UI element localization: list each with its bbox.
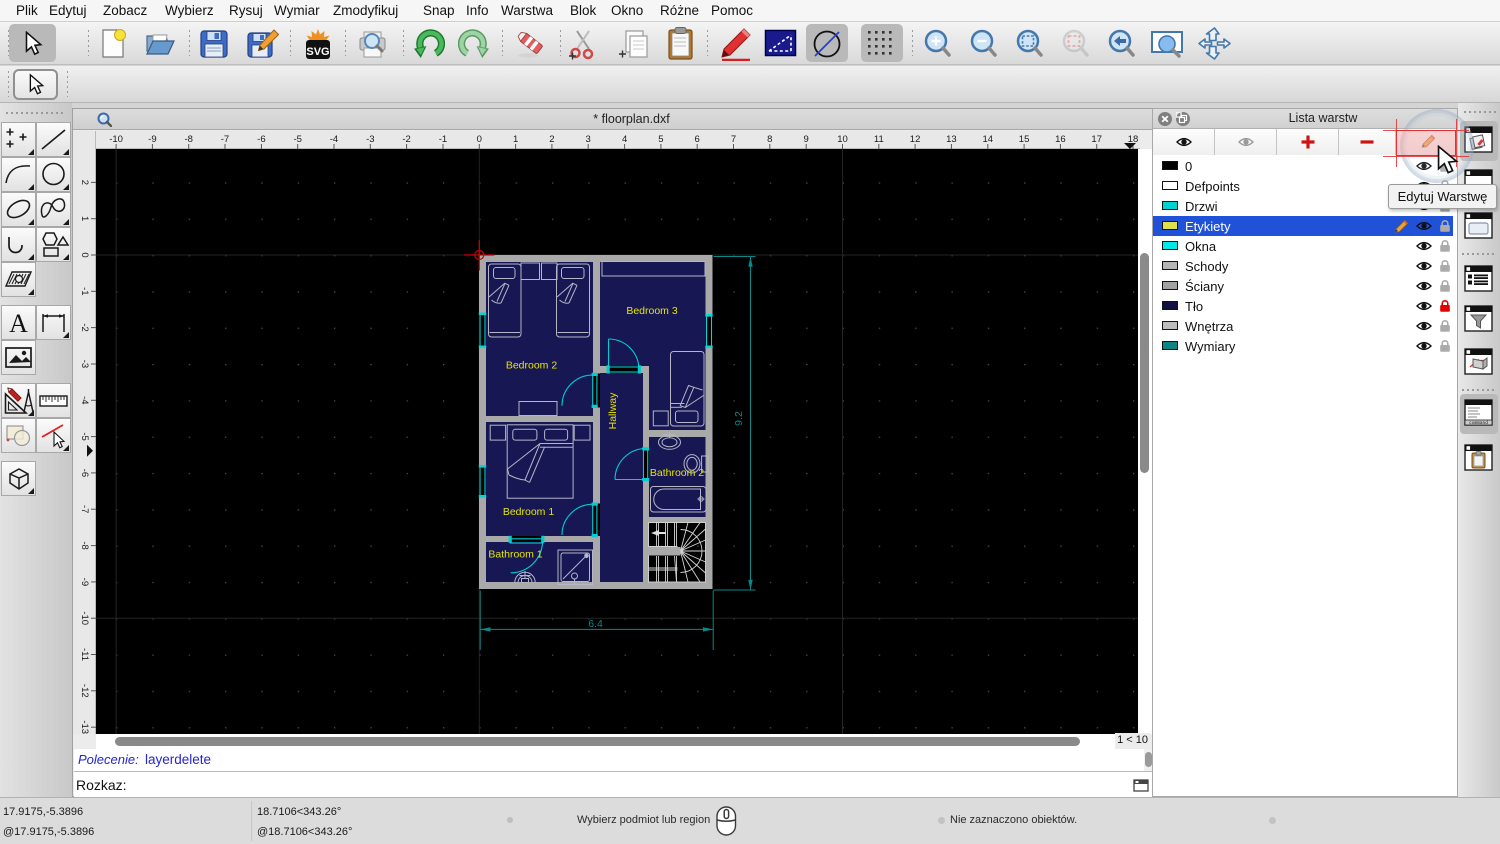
svg-text:Bedroom 3: Bedroom 3 [626,305,678,317]
svg-text:2: 2 [549,134,554,145]
svg-text:-6: -6 [257,134,265,145]
svg-text:13: 13 [946,134,957,145]
svg-text:9: 9 [804,134,809,145]
svg-text:Bedroom 2: Bedroom 2 [506,360,558,372]
svg-text:0: 0 [477,134,482,145]
svg-text:Bedroom 1: Bedroom 1 [503,506,555,518]
svg-text:-4: -4 [79,396,90,404]
svg-text:3: 3 [586,134,591,145]
svg-text:0: 0 [79,252,90,257]
svg-text:Bathroom 2: Bathroom 2 [650,467,704,479]
svg-text:4: 4 [622,134,627,145]
svg-text:-12: -12 [79,684,90,698]
svg-text:14: 14 [983,134,994,145]
svg-text:-11: -11 [79,648,90,661]
svg-text:Hallway: Hallway [607,392,619,430]
svg-text:16: 16 [1055,134,1066,145]
svg-text:12: 12 [910,134,921,145]
svg-text:-3: -3 [79,360,90,368]
svg-text:-9: -9 [79,578,90,586]
svg-text:-2: -2 [79,323,90,331]
svg-text:1: 1 [79,216,90,221]
svg-text:7: 7 [731,134,736,145]
svg-text:-7: -7 [79,505,90,513]
svg-text:-8: -8 [79,541,90,549]
svg-text:-7: -7 [221,134,229,145]
svg-text:-10: -10 [109,134,123,145]
svg-text:1: 1 [513,134,518,145]
svg-text:Bathroom 1: Bathroom 1 [488,549,542,561]
svg-text:17: 17 [1091,134,1102,145]
svg-text:9.2: 9.2 [733,411,745,426]
svg-text:11: 11 [874,134,884,145]
svg-text:-5: -5 [79,432,90,440]
svg-text:SVG: SVG [306,46,329,58]
svg-text:5: 5 [658,134,663,145]
svg-text:8: 8 [767,134,772,145]
svg-text:2: 2 [79,180,90,185]
svg-text:command: command [1469,420,1488,426]
svg-text:A: A [9,309,28,338]
svg-text:-10: -10 [79,611,90,625]
svg-text:-8: -8 [184,134,192,145]
svg-text:-3: -3 [366,134,374,145]
svg-text:6.4: 6.4 [588,618,603,630]
svg-text:-4: -4 [330,134,338,145]
svg-text:-1: -1 [439,134,447,145]
svg-text:6: 6 [695,134,700,145]
svg-text:-2: -2 [402,134,410,145]
svg-text:15: 15 [1019,134,1030,145]
svg-text:-1: -1 [79,287,90,295]
svg-text:-9: -9 [148,134,156,145]
svg-text:10: 10 [837,134,848,145]
svg-text:-6: -6 [79,469,90,477]
svg-text:-5: -5 [293,134,301,145]
svg-text:-13: -13 [79,720,90,734]
